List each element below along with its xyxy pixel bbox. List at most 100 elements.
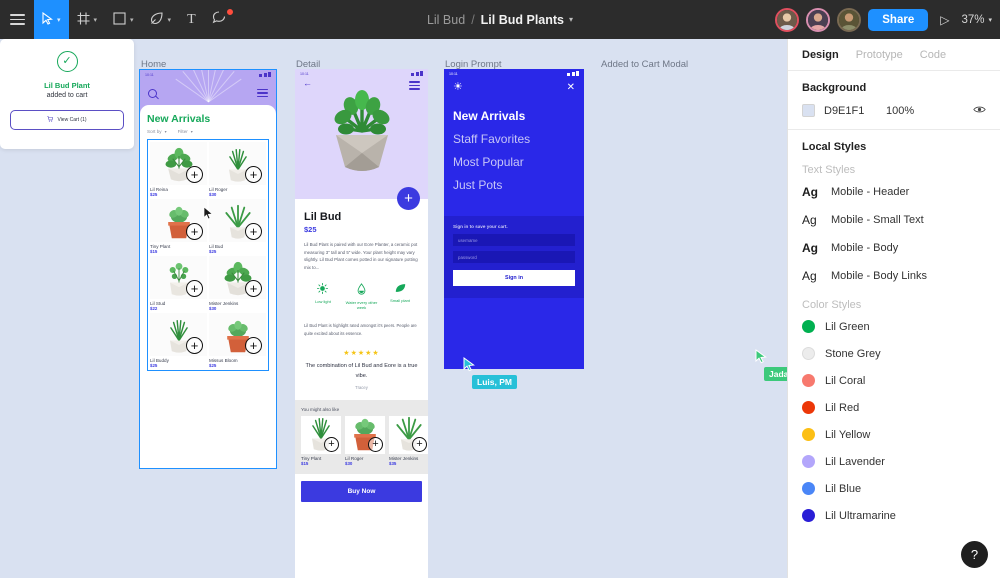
product-card[interactable]: + Lil Bud $25 bbox=[209, 199, 266, 254]
avatar[interactable] bbox=[837, 7, 862, 32]
move-tool-button[interactable]: ▾ bbox=[34, 0, 69, 39]
product-card[interactable]: + Lil Stud $22 bbox=[150, 256, 207, 311]
sun-logo-icon[interactable]: ☀ bbox=[453, 82, 463, 93]
ymal-carousel[interactable]: + Tiny Plant $15 + Lil Roger $30 + Miste… bbox=[301, 416, 428, 466]
sort-by-dropdown[interactable]: Sort by ▾ bbox=[147, 129, 167, 134]
add-to-cart-button[interactable]: + bbox=[245, 337, 262, 354]
add-to-cart-button[interactable]: + bbox=[245, 223, 262, 240]
local-styles-heading: Local Styles bbox=[802, 141, 867, 153]
hamburger-icon[interactable] bbox=[257, 87, 268, 100]
chevron-down-icon[interactable]: ▾ bbox=[57, 16, 61, 24]
share-button[interactable]: Share bbox=[868, 8, 929, 31]
main-menu-button[interactable] bbox=[0, 0, 34, 39]
text-style-row[interactable]: Ag Mobile - Small Text bbox=[788, 206, 1000, 234]
product-card[interactable]: + Tiny Plant $15 bbox=[150, 199, 207, 254]
color-style-row[interactable]: Lil Ultramarine bbox=[788, 502, 1000, 529]
product-card[interactable]: + Lil Reina $25 bbox=[150, 142, 207, 197]
add-to-cart-button[interactable]: + bbox=[245, 280, 262, 297]
color-style-row[interactable]: Lil Yellow bbox=[788, 421, 1000, 448]
text-tool-button[interactable]: T bbox=[179, 0, 204, 39]
filter-dropdown[interactable]: Filter ▾ bbox=[178, 129, 193, 134]
hamburger-icon bbox=[9, 11, 25, 28]
panel-tabs[interactable]: Design Prototype Code bbox=[788, 39, 1000, 71]
add-to-cart-button[interactable]: + bbox=[186, 337, 203, 354]
text-style-row[interactable]: Ag Mobile - Header bbox=[788, 178, 1000, 206]
background-hex-value[interactable]: D9E1F1 bbox=[824, 105, 886, 117]
product-card[interactable]: + Lil Roger $30 bbox=[209, 142, 266, 197]
sign-in-button[interactable]: Sign in bbox=[453, 270, 575, 286]
add-to-cart-fab[interactable]: + bbox=[397, 187, 420, 210]
frame-home[interactable]: 10:11 New Arrivals Sort by ▾ Filter ▾ + … bbox=[139, 69, 277, 469]
chevron-down-icon[interactable]: ▾ bbox=[168, 16, 172, 24]
tab-prototype[interactable]: Prototype bbox=[856, 49, 903, 61]
product-card[interactable]: + Missus Bloom $25 bbox=[209, 313, 266, 368]
login-nav-item-1[interactable]: Staff Favorites bbox=[453, 132, 575, 146]
view-cart-button[interactable]: View Cart (1) bbox=[10, 110, 124, 130]
frame-tool-button[interactable]: ▾ bbox=[69, 0, 106, 39]
login-nav-item-2[interactable]: Most Popular bbox=[453, 155, 575, 169]
color-style-row[interactable]: Lil Red bbox=[788, 394, 1000, 421]
figma-window: ▾ ▾ ▾ ▾ T Lil Bud / Lil Bud Plants ▾ Sha… bbox=[0, 0, 1000, 578]
buy-now-button[interactable]: Buy Now bbox=[301, 481, 422, 503]
product-card[interactable]: + Lil Buddy $25 bbox=[150, 313, 207, 368]
frame-added-to-cart-modal[interactable]: ✓ Lil Bud Plant added to cart View Cart … bbox=[0, 39, 134, 149]
breadcrumb-project[interactable]: Lil Bud bbox=[427, 13, 465, 27]
color-styles-list[interactable]: Lil Green Stone Grey Lil Coral Lil Red L… bbox=[788, 313, 1000, 529]
add-to-cart-button[interactable]: + bbox=[186, 280, 203, 297]
text-style-row[interactable]: Ag Mobile - Body bbox=[788, 234, 1000, 262]
login-nav-item-0[interactable]: New Arrivals bbox=[453, 109, 575, 123]
play-icon[interactable]: ▷ bbox=[935, 13, 954, 27]
add-to-cart-button[interactable]: + bbox=[245, 166, 262, 183]
color-style-name: Lil Lavender bbox=[825, 455, 885, 468]
login-nav-list[interactable]: New Arrivals Staff Favorites Most Popular J… bbox=[444, 93, 584, 192]
color-style-name: Lil Blue bbox=[825, 482, 862, 495]
local-styles-section: Local Styles bbox=[788, 130, 1000, 153]
breadcrumb-file[interactable]: Lil Bud Plants bbox=[481, 13, 564, 27]
background-color-swatch[interactable] bbox=[802, 104, 815, 117]
search-icon[interactable] bbox=[148, 88, 157, 98]
add-to-cart-button[interactable]: + bbox=[186, 223, 203, 240]
text-style-row[interactable]: Ag Mobile - Body Links bbox=[788, 262, 1000, 290]
color-style-row[interactable]: Lil Coral bbox=[788, 367, 1000, 394]
ymal-card[interactable]: + Tiny Plant $15 bbox=[301, 416, 341, 466]
avatar[interactable] bbox=[806, 7, 831, 32]
chevron-down-icon[interactable]: ▾ bbox=[569, 15, 573, 24]
avatar[interactable] bbox=[775, 7, 800, 32]
color-style-row[interactable]: Lil Green bbox=[788, 313, 1000, 340]
text-styles-list[interactable]: Ag Mobile - Header Ag Mobile - Small Text… bbox=[788, 178, 1000, 290]
chevron-down-icon[interactable]: ▾ bbox=[130, 16, 134, 24]
username-input[interactable]: username bbox=[453, 234, 575, 246]
status-icons bbox=[567, 71, 579, 76]
comment-tool-button[interactable] bbox=[204, 0, 235, 39]
help-button[interactable]: ? bbox=[961, 541, 988, 568]
chevron-down-icon[interactable]: ▾ bbox=[94, 16, 98, 24]
tab-code[interactable]: Code bbox=[920, 49, 946, 61]
password-input[interactable]: password bbox=[453, 251, 575, 263]
color-swatch bbox=[802, 455, 815, 468]
color-style-row[interactable]: Lil Lavender bbox=[788, 448, 1000, 475]
detail-body: Lil Bud $25 Lil Bud Plant is paired with… bbox=[295, 199, 428, 390]
status-bar: 10:11 bbox=[444, 69, 584, 78]
background-row[interactable]: D9E1F1 100% bbox=[802, 104, 986, 117]
pen-tool-button[interactable]: ▾ bbox=[142, 0, 180, 39]
product-card[interactable]: + Mister Jenkins $30 bbox=[209, 256, 266, 311]
login-nav-item-3[interactable]: Just Pots bbox=[453, 178, 575, 192]
add-to-cart-button[interactable]: + bbox=[186, 166, 203, 183]
color-style-row[interactable]: Lil Blue bbox=[788, 475, 1000, 502]
shape-tool-button[interactable]: ▾ bbox=[105, 0, 142, 39]
product-grid[interactable]: + Lil Reina $25 + Lil Roger $30 + Tiny P… bbox=[147, 139, 269, 371]
frame-label-cart-modal[interactable]: Added to Cart Modal bbox=[601, 59, 688, 70]
close-x-icon[interactable]: ✕ bbox=[567, 82, 575, 93]
ymal-card[interactable]: + Lil Roger $30 bbox=[345, 416, 385, 466]
color-swatch bbox=[802, 347, 815, 360]
background-opacity-value[interactable]: 100% bbox=[886, 105, 914, 117]
color-style-row[interactable]: Stone Grey bbox=[788, 340, 1000, 367]
frame-login-prompt[interactable]: 10:11 ☀ ✕ New Arrivals Staff Favorites Mos… bbox=[444, 69, 584, 369]
tab-design[interactable]: Design bbox=[802, 49, 839, 61]
frame-detail[interactable]: 10:11 ← + Lil Bud $25 Lil Bud Plant is p… bbox=[295, 69, 428, 578]
zoom-control[interactable]: 37% ▾ bbox=[961, 14, 992, 26]
chevron-down-icon[interactable]: ▾ bbox=[988, 16, 992, 24]
ymal-card[interactable]: + Mister Jenkins $35 bbox=[389, 416, 428, 466]
product-price: $30 bbox=[209, 306, 217, 311]
eye-icon[interactable] bbox=[973, 105, 986, 117]
